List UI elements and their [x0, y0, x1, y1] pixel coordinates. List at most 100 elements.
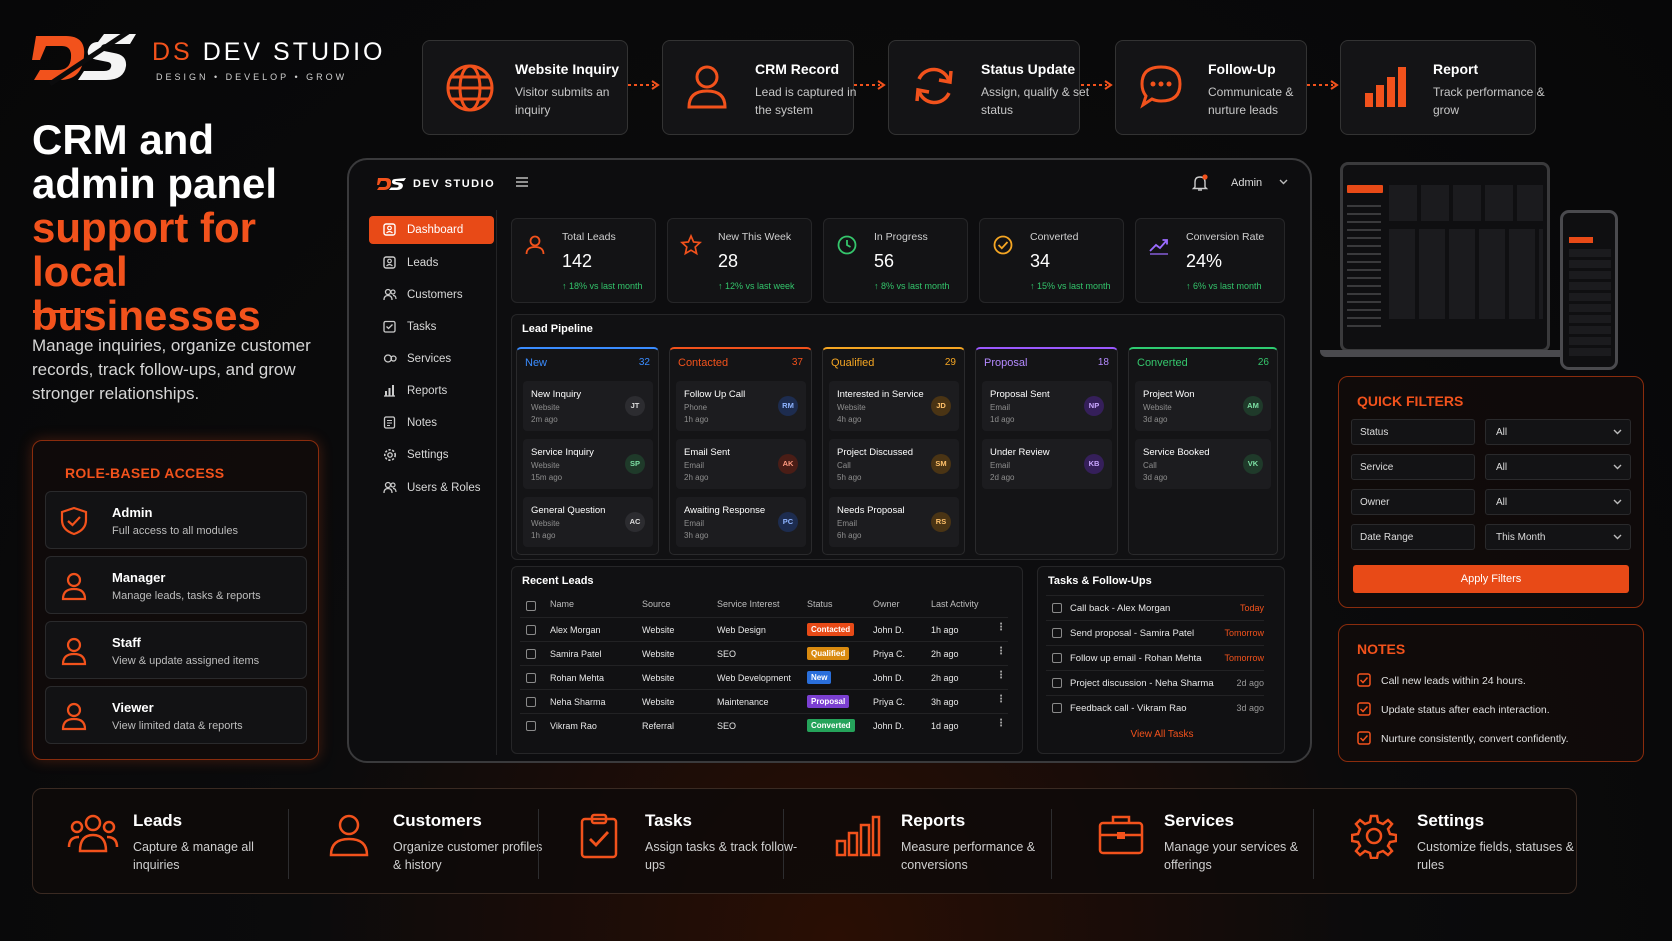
hero-title: CRM and admin panel support for local bu… [32, 118, 332, 338]
table-row[interactable]: Neha Sharma Website Maintenance Proposal… [520, 689, 1008, 713]
column-name: Proposal [984, 357, 1028, 369]
user-icon [61, 572, 87, 601]
card-time: 4h ago [837, 415, 862, 424]
row-checkbox[interactable] [526, 625, 536, 635]
table-row[interactable]: Rohan Mehta Website Web Development New … [520, 665, 1008, 689]
user-menu[interactable]: Admin [1231, 177, 1262, 189]
column-header[interactable]: Owner [873, 599, 900, 609]
pipeline-card[interactable]: Awaiting Response Email 3h ago PC [676, 497, 806, 547]
role-viewer[interactable]: Viewer View limited data & reports [45, 686, 307, 744]
pipeline-card[interactable]: Project Discussed Call 5h ago SM [829, 439, 959, 489]
sidebar-item-settings[interactable]: Settings [369, 441, 494, 469]
sidebar-label: Reports [407, 385, 448, 397]
more-options-icon[interactable]: ⋮ [996, 646, 1006, 660]
flow-desc: Track performance & grow [1433, 85, 1545, 117]
pipeline-card[interactable]: Interested in Service Website 4h ago JD [829, 381, 959, 431]
sidebar-item-tasks[interactable]: Tasks [369, 313, 494, 341]
status-badge: Converted [807, 719, 855, 732]
kpi-value: 34 [1030, 251, 1051, 271]
role-manager[interactable]: Manager Manage leads, tasks & reports [45, 556, 307, 614]
feature-desc: Manage your services & offerings [1164, 840, 1299, 872]
sidebar-item-leads[interactable]: Leads [369, 249, 494, 277]
pipeline-card[interactable]: Proposal Sent Email 1d ago NP [982, 381, 1112, 431]
bell-icon[interactable] [1191, 174, 1209, 192]
select-all-checkbox[interactable] [526, 601, 536, 611]
task-checkbox[interactable] [1052, 703, 1062, 713]
task-checkbox[interactable] [1052, 678, 1062, 688]
task-item[interactable]: Project discussion - Neha Sharma 2d ago [1046, 670, 1264, 694]
task-checkbox[interactable] [1052, 628, 1062, 638]
row-checkbox[interactable] [526, 673, 536, 683]
role-admin[interactable]: Admin Full access to all modules [45, 491, 307, 549]
task-checkbox[interactable] [1052, 653, 1062, 663]
chevron-down-icon[interactable] [1279, 179, 1288, 185]
column-count: 26 [1257, 357, 1269, 368]
lead-source: Referral [642, 721, 675, 731]
more-options-icon[interactable]: ⋮ [996, 718, 1006, 732]
pipeline-card[interactable]: Under Review Email 2d ago KB [982, 439, 1112, 489]
clipboard-check-icon [580, 813, 618, 859]
row-checkbox[interactable] [526, 721, 536, 731]
card-time: 3h ago [684, 531, 709, 540]
more-options-icon[interactable]: ⋮ [996, 694, 1006, 708]
column-header[interactable]: Service Interest [717, 599, 780, 609]
pipeline-column-contacted: Contacted 37 Follow Up Call Phone 1h ago RM… [669, 347, 812, 555]
task-item[interactable]: Follow up email - Rohan Mehta Tomorrow [1046, 645, 1264, 669]
brand-header: DS DEV STUDIO DESIGN • DEVELOP • GROW [32, 30, 382, 90]
pipeline-column-converted: Converted 26 Project Won Website 3d ago AM … [1128, 347, 1278, 555]
pipeline-card[interactable]: Service Booked Call 3d ago VK [1135, 439, 1271, 489]
sidebar-item-services[interactable]: Services [369, 345, 494, 373]
sidebar-label: Dashboard [407, 224, 464, 236]
table-row[interactable]: Alex Morgan Website Web Design Contacted… [520, 617, 1008, 641]
more-options-icon[interactable]: ⋮ [996, 670, 1006, 684]
card-title: Project Won [1143, 389, 1195, 400]
card-source: Website [837, 403, 866, 412]
more-options-icon[interactable]: ⋮ [996, 622, 1006, 636]
pipeline-card[interactable]: Project Won Website 3d ago AM [1135, 381, 1271, 431]
users-group-icon [67, 814, 119, 853]
pipeline-card[interactable]: Needs Proposal Email 6h ago RS [829, 497, 959, 547]
column-header[interactable]: Source [642, 599, 671, 609]
pipeline-card[interactable]: General Question Website 1h ago AC [523, 497, 653, 547]
sidebar-item-reports[interactable]: Reports [369, 377, 494, 405]
apply-filters-button[interactable]: Apply Filters [1353, 565, 1629, 593]
kpi-delta: ↑ 12% vs last week [718, 281, 795, 291]
pipeline-card[interactable]: Email Sent Email 2h ago AK [676, 439, 806, 489]
pipeline-card[interactable]: Service Inquiry Website 15m ago SP [523, 439, 653, 489]
task-checkbox[interactable] [1052, 603, 1062, 613]
pipeline-card[interactable]: Follow Up Call Phone 1h ago RM [676, 381, 806, 431]
sidebar-item-customers[interactable]: Customers [369, 281, 494, 309]
view-all-tasks-link[interactable]: View All Tasks [1038, 729, 1286, 740]
sidebar-item-dashboard[interactable]: Dashboard [369, 216, 494, 244]
sidebar-item-users-roles[interactable]: Users & Roles [369, 474, 494, 502]
column-header[interactable]: Status [807, 599, 833, 609]
flow-title: Website Inquiry [515, 61, 619, 77]
kpi-label: Conversion Rate [1186, 231, 1265, 243]
laptop-base [1320, 350, 1570, 357]
menu-icon[interactable] [515, 176, 529, 188]
flow-arrow-icon [1307, 80, 1339, 90]
kpi-new-this-week: New This Week 28 ↑ 12% vs last week [667, 218, 812, 303]
flow-step-status-update: Status Update Assign, qualify & set stat… [888, 40, 1089, 135]
column-header[interactable]: Name [550, 599, 574, 609]
pipeline-card[interactable]: New Inquiry Website 2m ago JT [523, 381, 653, 431]
feature-tasks: Tasks Assign tasks & track follow-ups [579, 807, 797, 877]
row-checkbox[interactable] [526, 649, 536, 659]
date-range-select[interactable]: This Month [1485, 524, 1631, 550]
table-row[interactable]: Vikram Rao Referral SEO Converted John D… [520, 713, 1008, 737]
sidebar-item-notes[interactable]: Notes [369, 409, 494, 437]
task-item[interactable]: Send proposal - Samira Patel Tomorrow [1046, 620, 1264, 644]
lead-source: Website [642, 673, 675, 683]
task-item[interactable]: Call back - Alex Morgan Today [1046, 595, 1264, 619]
service-select[interactable]: All [1485, 454, 1631, 480]
row-checkbox[interactable] [526, 697, 536, 707]
task-item[interactable]: Feedback call - Vikram Rao 3d ago [1046, 695, 1264, 719]
owner-select[interactable]: All [1485, 489, 1631, 515]
table-row[interactable]: Samira Patel Website SEO Qualified Priya… [520, 641, 1008, 665]
role-staff[interactable]: Staff View & update assigned items [45, 621, 307, 679]
column-header[interactable]: Last Activity [931, 599, 979, 609]
status-select[interactable]: All [1485, 419, 1631, 445]
card-time: 15m ago [531, 473, 563, 482]
lead-service: Maintenance [717, 697, 769, 707]
tasks-followups-panel: Tasks & Follow-Ups Call back - Alex Morg… [1037, 566, 1285, 754]
